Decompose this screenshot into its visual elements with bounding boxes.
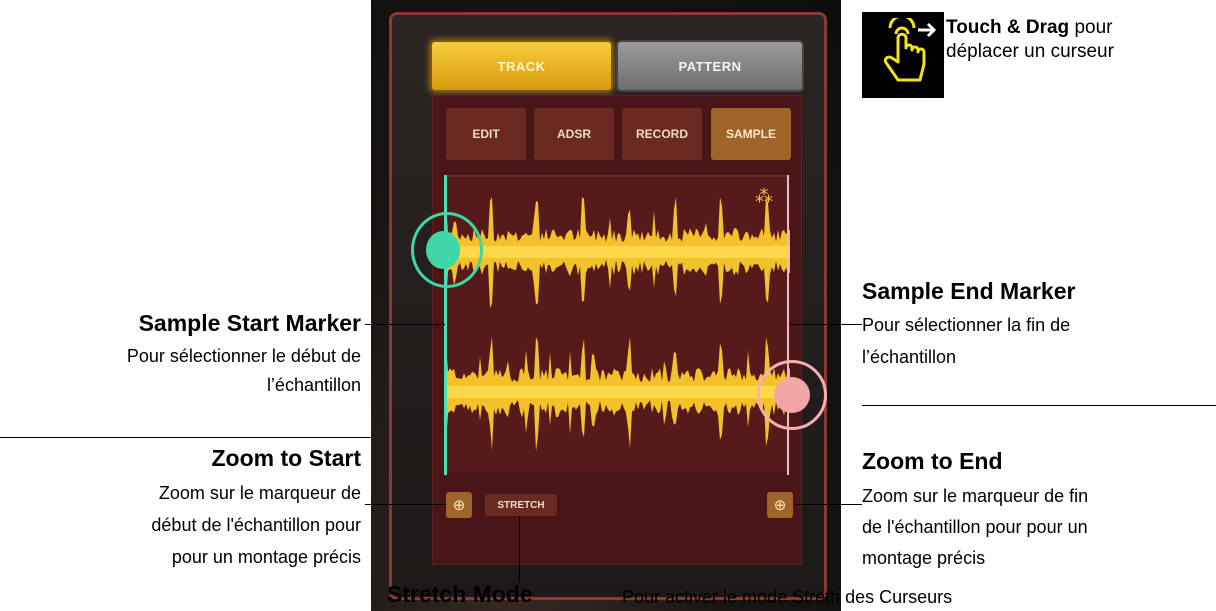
tab-edit[interactable]: EDIT	[446, 108, 526, 160]
touch-drag-title: Touch & Drag	[946, 17, 1070, 38]
divider-right	[862, 405, 1216, 406]
touch-drag-text2: déplacer un curseur	[946, 41, 1114, 62]
zoom-end-line1: Zoom sur le marqueur de fin	[862, 486, 1089, 506]
waveform-core-2	[444, 386, 790, 398]
sample-start-line2: l’échantillon	[266, 375, 361, 395]
sample-end-leader	[790, 324, 862, 325]
stretch-leader	[519, 516, 520, 582]
sample-start-title: Sample Start Marker	[138, 310, 361, 336]
zoom-start-line2: début de l'échantillon pour	[151, 515, 361, 535]
waveform-icon: ⁂	[755, 186, 773, 206]
zoom-start-title: Zoom to Start	[211, 445, 362, 471]
waveform-core-1	[444, 246, 790, 258]
tab-adsr[interactable]: ADSR	[534, 108, 614, 160]
start-marker-core	[426, 231, 460, 269]
zoom-end-title: Zoom to End	[862, 448, 1003, 474]
zoom-start-line3: pour un montage précis	[171, 547, 361, 567]
waveform-display[interactable]	[444, 175, 790, 472]
zoom-end-leader	[795, 504, 862, 505]
zoom-end-line3: montage précis	[862, 548, 986, 568]
tab-pattern[interactable]: PATTERN	[616, 40, 804, 92]
zoom-end-line2: de l'échantillon pour pour un	[862, 517, 1088, 537]
zoom-start-line1: Zoom sur le marqueur de	[158, 483, 361, 503]
sample-end-line1: Pour sélectionner la fin de	[862, 315, 1071, 335]
sample-end-line2: l’échantillon	[862, 347, 957, 367]
device-screenshot: TRACK PATTERN EDIT ADSR RECORD SAMPLE ⁂ …	[371, 0, 841, 611]
zoom-start-leader	[365, 504, 446, 505]
divider-left	[0, 437, 372, 438]
touch-drag-icon	[862, 12, 944, 98]
stretch-title: Stretch Mode	[387, 581, 533, 607]
end-marker-core	[774, 377, 810, 413]
touch-drag-text1: pour	[1074, 17, 1113, 38]
touch-drag-note: Touch & Drag pour déplacer un curseur	[946, 16, 1216, 64]
stretch-button[interactable]: STRETCH	[485, 494, 557, 516]
zoom-to-start-button[interactable]: ⊕	[446, 492, 472, 518]
sample-end-line[interactable]	[787, 175, 789, 475]
sample-start-leader	[365, 324, 445, 325]
sample-end-marker[interactable]	[757, 360, 827, 430]
tab-record[interactable]: RECORD	[622, 108, 702, 160]
waveform	[444, 197, 790, 452]
zoom-to-end-button[interactable]: ⊕	[767, 492, 793, 518]
tab-sample[interactable]: SAMPLE	[711, 108, 791, 160]
hand-pointer-icon	[883, 18, 937, 82]
tab-track[interactable]: TRACK	[430, 40, 613, 92]
stretch-desc: Pour activer le mode Streth des Curseurs	[622, 587, 953, 607]
sample-start-marker[interactable]	[411, 212, 483, 288]
sample-end-title: Sample End Marker	[862, 278, 1076, 304]
sample-start-line1: Pour sélectionner le début de	[126, 346, 361, 366]
